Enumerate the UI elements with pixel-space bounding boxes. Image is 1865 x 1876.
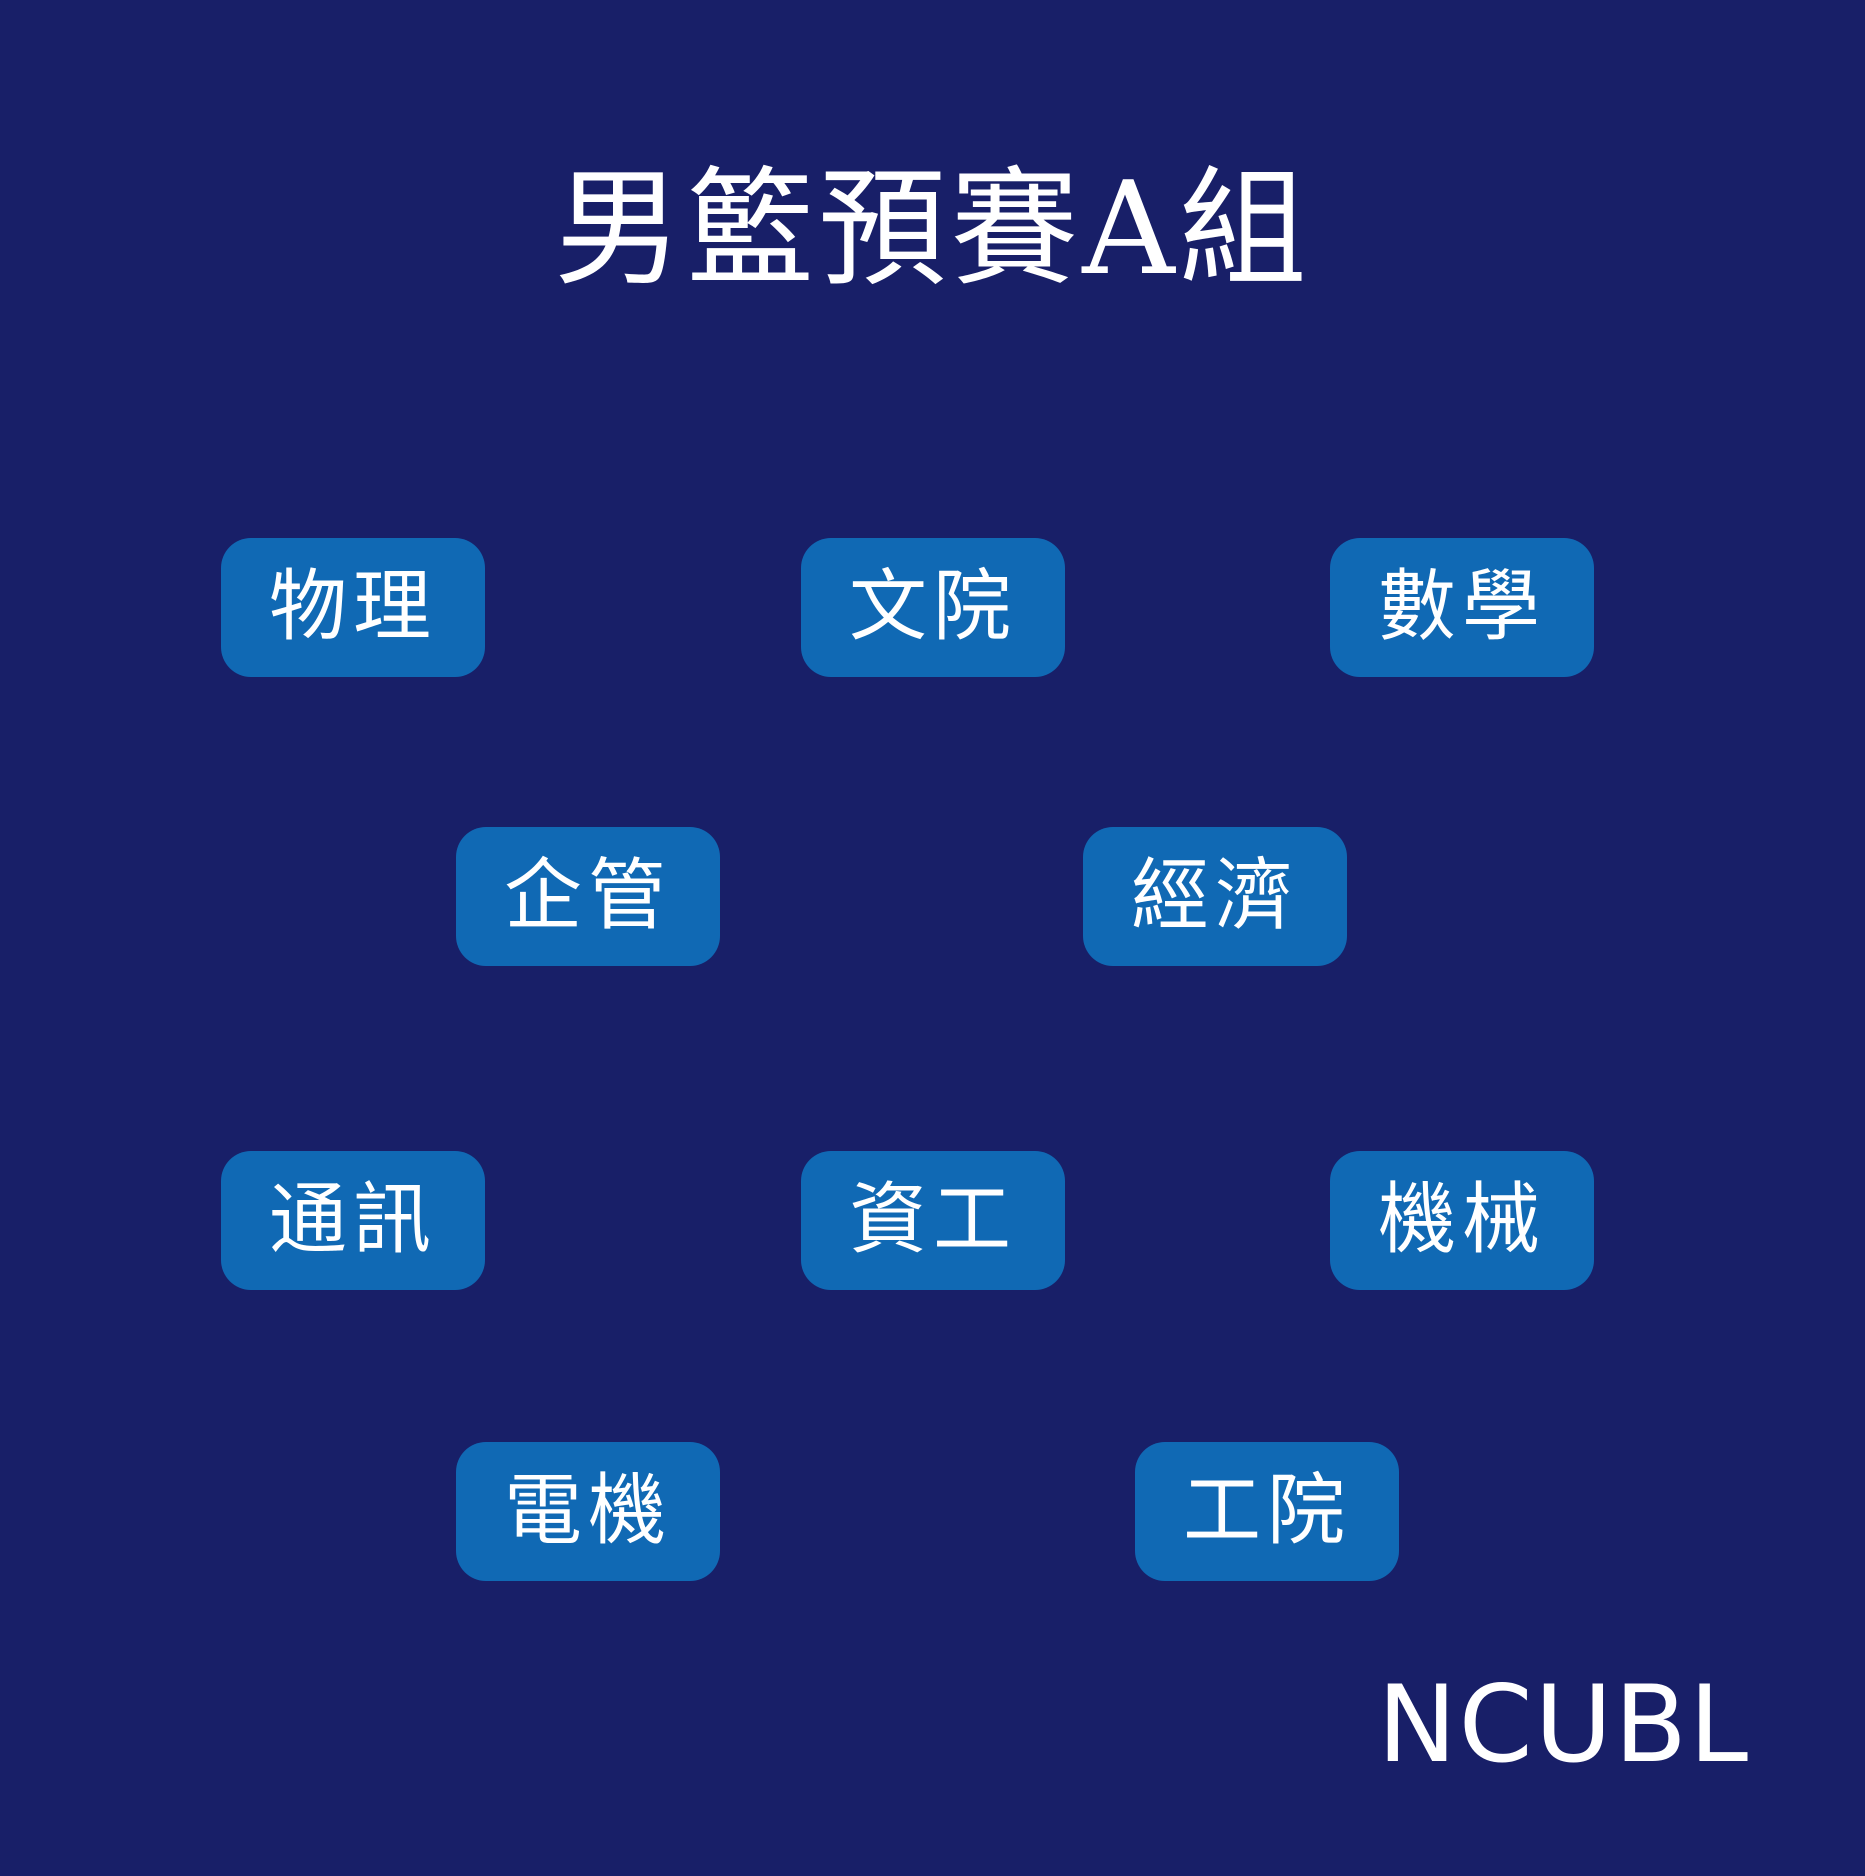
team-box-economics: 經濟 xyxy=(1083,827,1347,966)
team-box-engineering: 工院 xyxy=(1135,1442,1399,1581)
team-box-physics: 物理 xyxy=(221,538,485,677)
page-title: 男籃預賽A組 xyxy=(554,155,1311,304)
team-box-business-admin: 企管 xyxy=(456,827,720,966)
team-box-communications: 通訊 xyxy=(221,1151,485,1290)
team-box-mechanical: 機械 xyxy=(1330,1151,1594,1290)
brand-label: NCUBL xyxy=(1377,1663,1750,1786)
team-box-liberal-arts: 文院 xyxy=(801,538,1065,677)
team-box-computer-science: 資工 xyxy=(801,1151,1065,1290)
team-box-electrical: 電機 xyxy=(456,1442,720,1581)
team-box-mathematics: 數學 xyxy=(1330,538,1594,677)
